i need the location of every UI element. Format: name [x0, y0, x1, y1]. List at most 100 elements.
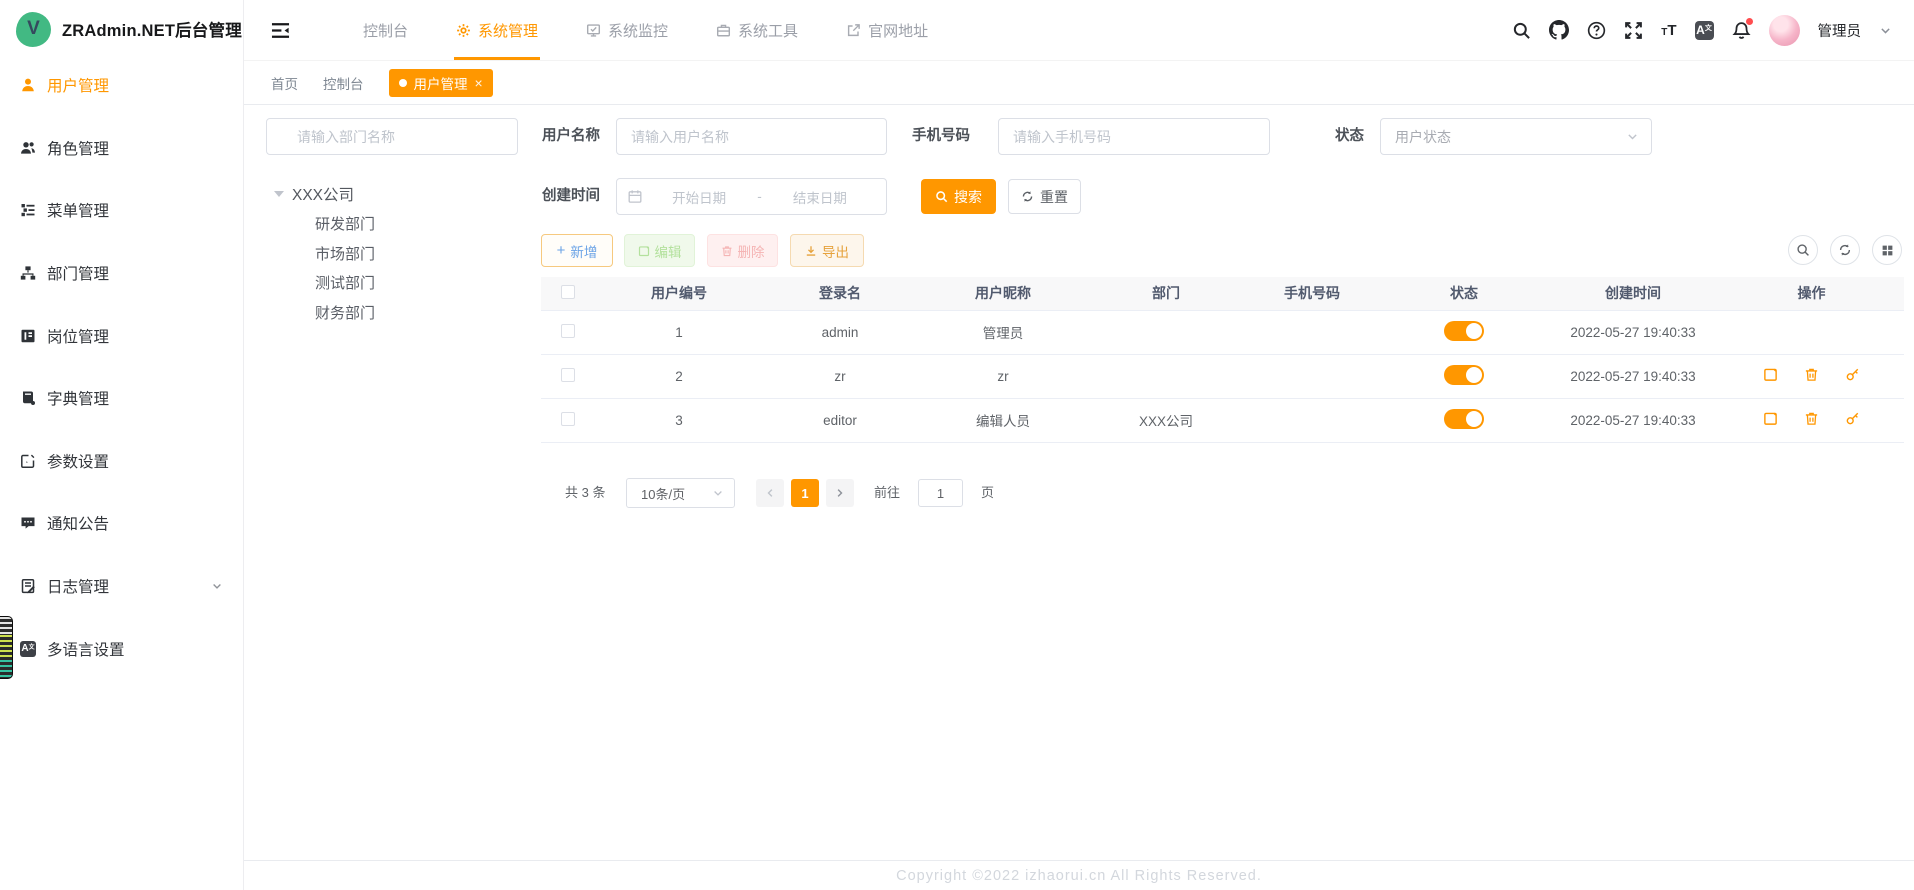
font-size-icon[interactable]: TT — [1661, 23, 1676, 38]
phone-input[interactable] — [998, 118, 1270, 155]
sidebar-item-posts[interactable]: 岗位管理 — [0, 304, 243, 367]
next-page-button[interactable] — [826, 479, 854, 507]
nav-tab-system-tools[interactable]: 系统工具 — [692, 0, 822, 60]
nav-tab-console[interactable]: 控制台 — [339, 0, 432, 60]
sidebar-item-i18n[interactable]: A文 多语言设置 — [0, 617, 243, 680]
nav-tab-website-link[interactable]: 官网地址 — [822, 0, 952, 60]
tag-console[interactable]: 控制台 — [323, 73, 364, 93]
table-header-row: 用户编号 登录名 用户昵称 部门 手机号码 状态 创建时间 操作 — [541, 277, 1904, 310]
cell-phone — [1243, 398, 1381, 442]
status-toggle[interactable] — [1444, 409, 1484, 429]
edit-button-label: 编辑 — [655, 241, 682, 261]
goto-label: 前往 — [874, 479, 900, 507]
prev-page-button[interactable] — [756, 479, 784, 507]
tree-node-finance[interactable]: 财务部门 — [315, 298, 375, 328]
nav-tab-system-monitor[interactable]: 系统监控 — [562, 0, 692, 60]
search-button[interactable]: 搜索 — [921, 179, 996, 214]
date-range-picker[interactable]: 开始日期 - 结束日期 — [616, 178, 887, 215]
row-reset-password-icon[interactable] — [1845, 411, 1860, 426]
tree-node-market[interactable]: 市场部门 — [315, 239, 375, 269]
username[interactable]: 管理员 — [1818, 20, 1862, 41]
users-table: 用户编号 登录名 用户昵称 部门 手机号码 状态 创建时间 操作 1 admin… — [541, 277, 1904, 443]
tree-node-dev[interactable]: 研发部门 — [315, 209, 375, 239]
row-checkbox[interactable] — [561, 412, 575, 426]
delete-button[interactable]: 删除 — [707, 234, 778, 267]
row-checkbox[interactable] — [561, 324, 575, 338]
top-navbar: 控制台 系统管理 系统监控 系统工具 官网地址 TT A文 管理员 — [244, 0, 1914, 61]
status-toggle[interactable] — [1444, 321, 1484, 341]
row-delete-icon[interactable] — [1804, 367, 1819, 382]
main-content: 用户名称 手机号码 状态 用户状态 创建时间 开始日期 - 结束日期 搜索 重置… — [244, 105, 1914, 890]
help-icon[interactable] — [1587, 21, 1606, 40]
add-button[interactable]: + 新增 — [541, 234, 613, 267]
tree-node-company[interactable]: XXX公司 — [274, 180, 354, 208]
notifications-bell[interactable] — [1732, 21, 1751, 40]
column-settings-button[interactable] — [1872, 235, 1902, 265]
app-logo[interactable]: V ZRAdmin.NET后台管理 — [0, 0, 243, 58]
sidebar-item-departments[interactable]: 部门管理 — [0, 242, 243, 305]
sidebar-item-label: 岗位管理 — [47, 325, 109, 347]
tree-node-test[interactable]: 测试部门 — [315, 268, 375, 298]
nav-tab-label: 系统监控 — [608, 20, 668, 41]
select-all-checkbox[interactable] — [561, 285, 575, 299]
sidebar-collapse-icon[interactable] — [270, 20, 291, 41]
edit-button[interactable]: 编辑 — [624, 234, 695, 267]
gear-icon — [456, 23, 471, 38]
export-button[interactable]: 导出 — [790, 234, 864, 267]
page-number-1[interactable]: 1 — [791, 479, 819, 507]
add-button-label: 新增 — [570, 241, 597, 261]
sidebar-item-parameters[interactable]: 参数设置 — [0, 430, 243, 493]
cell-department — [1089, 354, 1243, 398]
user-menu-chevron-icon[interactable] — [1879, 24, 1892, 37]
chevron-left-icon — [764, 487, 776, 499]
navbar-actions: TT A文 管理员 — [1512, 15, 1892, 46]
table-row[interactable]: 1 admin 管理员 2022-05-27 19:40:33 — [541, 310, 1904, 354]
show-search-toggle-button[interactable] — [1788, 235, 1818, 265]
sidebar-item-label: 角色管理 — [47, 137, 109, 159]
sidebar-item-roles[interactable]: 角色管理 — [0, 117, 243, 180]
language-switch-icon[interactable]: A文 — [1695, 21, 1714, 40]
footer: Copyright ©2022 izhaorui.cn All Rights R… — [244, 860, 1914, 890]
col-user-id: 用户编号 — [595, 277, 763, 310]
row-edit-icon[interactable] — [1763, 411, 1778, 426]
sidebar-item-notices[interactable]: 通知公告 — [0, 492, 243, 555]
nav-tab-label: 系统管理 — [478, 20, 538, 41]
row-delete-icon[interactable] — [1804, 411, 1819, 426]
monitor-check-icon — [586, 23, 601, 38]
active-dot-icon — [399, 79, 407, 87]
sidebar-item-dictionary[interactable]: 字典管理 — [0, 367, 243, 430]
search-icon[interactable] — [1512, 21, 1531, 40]
sidebar: V ZRAdmin.NET后台管理 用户管理 角色管理 菜单管理 部门管理 岗位… — [0, 0, 244, 890]
tag-home[interactable]: 首页 — [271, 73, 298, 93]
username-input[interactable] — [616, 118, 887, 155]
sidebar-item-users[interactable]: 用户管理 — [0, 54, 243, 117]
cell-nickname: zr — [917, 354, 1089, 398]
col-department: 部门 — [1089, 277, 1243, 310]
row-edit-icon[interactable] — [1763, 367, 1778, 382]
row-checkbox[interactable] — [561, 368, 575, 382]
sidebar-item-menus[interactable]: 菜单管理 — [0, 179, 243, 242]
reset-button[interactable]: 重置 — [1008, 179, 1081, 214]
caret-down-icon[interactable] — [274, 191, 284, 197]
sidebar-item-label: 菜单管理 — [47, 199, 109, 221]
status-toggle[interactable] — [1444, 365, 1484, 385]
avatar[interactable] — [1769, 15, 1800, 46]
page-size-select[interactable]: 10条/页 — [626, 478, 735, 508]
refresh-table-button[interactable] — [1830, 235, 1860, 265]
fullscreen-icon[interactable] — [1624, 21, 1643, 40]
close-tag-icon[interactable]: × — [475, 76, 483, 90]
row-reset-password-icon[interactable] — [1845, 367, 1860, 382]
goto-page-input[interactable] — [918, 479, 963, 507]
username-label: 用户名称 — [532, 118, 600, 155]
dept-name-input[interactable] — [266, 118, 518, 155]
status-select[interactable]: 用户状态 — [1380, 118, 1652, 155]
search-button-label: 搜索 — [954, 187, 982, 207]
table-row[interactable]: 2 zr zr 2022-05-27 19:40:33 — [541, 354, 1904, 398]
cell-nickname: 编辑人员 — [917, 398, 1089, 442]
tag-user-management[interactable]: 用户管理 × — [389, 69, 493, 97]
table-row[interactable]: 3 editor 编辑人员 XXX公司 2022-05-27 19:40:33 — [541, 398, 1904, 442]
github-icon[interactable] — [1549, 20, 1569, 40]
pagination-total: 共 3 条 — [565, 478, 605, 508]
nav-tab-system-management[interactable]: 系统管理 — [432, 0, 562, 60]
sidebar-item-logs[interactable]: 日志管理 — [0, 555, 243, 618]
